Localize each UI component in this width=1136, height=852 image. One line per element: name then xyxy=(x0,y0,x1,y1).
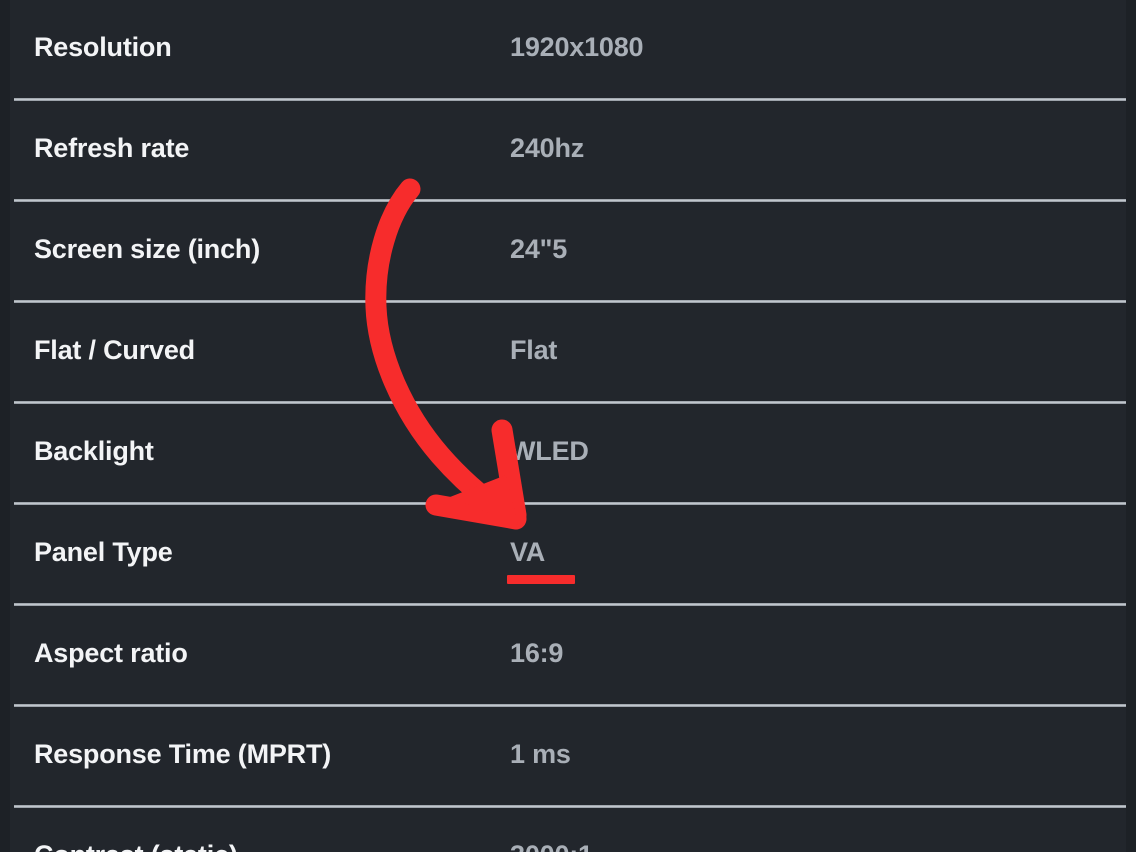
monitor-spec-sheet: Resolution 1920x1080 Refresh rate 240hz Scre… xyxy=(0,0,1136,852)
spec-value: WLED xyxy=(510,436,1136,467)
spec-value: 240hz xyxy=(510,133,1136,164)
spec-label: Refresh rate xyxy=(34,133,190,163)
spec-row: Panel Type VA xyxy=(0,502,1136,603)
spec-label: Backlight xyxy=(34,436,154,466)
spec-value-text: 1 ms xyxy=(510,739,571,769)
spec-value-text: 16:9 xyxy=(510,638,564,668)
spec-value-text: 3000:1 xyxy=(510,840,593,852)
spec-value: Flat xyxy=(510,335,1136,366)
spec-value: VA xyxy=(507,537,1136,584)
spec-value-text: WLED xyxy=(510,436,589,466)
spec-value: 1920x1080 xyxy=(510,32,1136,63)
spec-row: Response Time (MPRT) 1 ms xyxy=(0,704,1136,805)
spec-label: Aspect ratio xyxy=(34,638,188,668)
spec-value-text: 1920x1080 xyxy=(510,32,644,62)
spec-label: Flat / Curved xyxy=(34,335,195,365)
spec-row: Backlight WLED xyxy=(0,401,1136,502)
spec-row: Refresh rate 240hz xyxy=(0,98,1136,199)
spec-value-text: Flat xyxy=(510,335,558,365)
spec-row: Contrast (static)3000:1 xyxy=(0,805,1136,852)
spec-label: Panel Type xyxy=(34,537,173,567)
spec-value: 1 ms xyxy=(510,739,1136,770)
spec-value: 3000:1 xyxy=(510,840,1136,852)
spec-label: Screen size (inch) xyxy=(34,234,260,264)
spec-value-text: VA xyxy=(510,537,546,567)
spec-value: 24"5 xyxy=(510,234,1136,265)
spec-row: Resolution 1920x1080 xyxy=(0,0,1136,98)
spec-label: Response Time (MPRT) xyxy=(34,739,332,769)
specification-table: Resolution 1920x1080 Refresh rate 240hz Scre… xyxy=(0,0,1136,852)
spec-row: Aspect ratio 16:9 xyxy=(0,603,1136,704)
spec-value: 16:9 xyxy=(510,638,1136,669)
spec-row: Flat / Curved Flat xyxy=(0,300,1136,401)
red-underline xyxy=(507,575,575,584)
spec-label: Contrast (static) xyxy=(0,840,510,852)
spec-label: Resolution xyxy=(34,32,172,62)
spec-value-text: 240hz xyxy=(510,133,585,163)
spec-row: Screen size (inch) 24"5 xyxy=(0,199,1136,300)
spec-value-text: 24"5 xyxy=(510,234,568,264)
